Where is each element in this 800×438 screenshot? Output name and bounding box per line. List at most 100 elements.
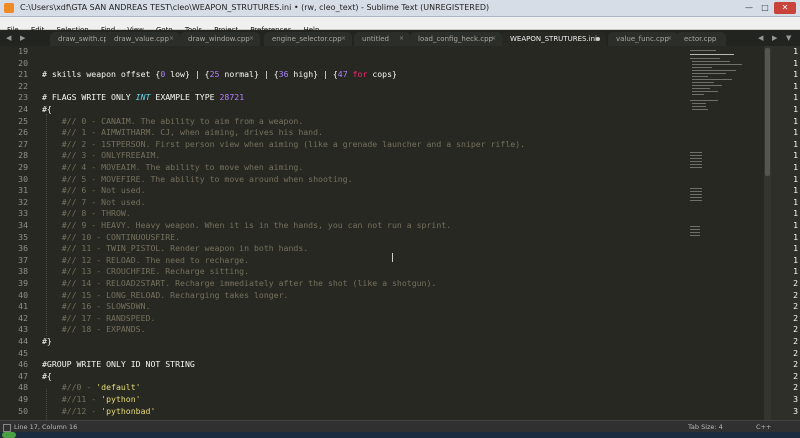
- minimap[interactable]: [688, 46, 758, 420]
- line-number: 25: [18, 115, 28, 126]
- code-line: 36 #// 11 - TWIN_PISTOL. Render weapon i…: [0, 243, 690, 254]
- side-number: 2: [793, 382, 798, 393]
- minimap-line: [690, 158, 702, 159]
- line-text: #// 10 - CONTINUOUSFIRE.: [42, 231, 181, 242]
- tab-weapon-strutures-ini[interactable]: WEAPON_STRUTURES.ini: [502, 32, 606, 46]
- code-line: 28 #// 3 - ONLYFREEAIM.: [0, 150, 690, 161]
- code-line: 20: [0, 58, 690, 69]
- tab-close-icon[interactable]: ×: [169, 32, 174, 46]
- tab-scroll-left-icon[interactable]: ◀: [758, 32, 763, 44]
- minimize-button[interactable]: —: [742, 2, 756, 14]
- line-number: 48: [18, 382, 28, 393]
- code-line: 33 #// 8 - THROW.: [0, 208, 690, 219]
- tab-value-func[interactable]: value_func.cpp ×: [608, 32, 678, 46]
- line-number: 39: [18, 278, 28, 288]
- line-number: 31: [18, 185, 28, 196]
- unsaved-dot-icon[interactable]: [596, 37, 600, 41]
- tab-scroll-right-icon[interactable]: ▶: [20, 32, 25, 44]
- minimap-line: [692, 61, 730, 62]
- tab-scroll-left-icon[interactable]: ◀: [6, 32, 11, 44]
- line-text: #// 17 - RANDSPEED.: [42, 312, 156, 323]
- tab-label: draw_value.cpp: [114, 35, 169, 43]
- line-text: #// 4 - MOVEAIM. The ability to move whe…: [42, 162, 304, 172]
- right-gutter: 1 1 1 1 1 1 1 1 1 1 1 1 1 1 1 1 1 1 1 1 …: [764, 46, 800, 420]
- code-line: 31 #// 6 - Not used.: [0, 185, 690, 196]
- minimap-line: [690, 167, 702, 168]
- minimap-line: [692, 76, 708, 77]
- side-number: 1: [793, 80, 798, 91]
- line-number: 45: [18, 347, 28, 358]
- tab-untitled[interactable]: untitled ×: [354, 32, 410, 46]
- side-number: 2: [793, 359, 798, 370]
- tab-bar: ◀ ▶ draw_swith.cpp× draw_value.cpp× draw…: [0, 30, 800, 46]
- code-line: 38 #// 13 - CROUCHFIRE. Recharge sitting…: [0, 266, 690, 277]
- side-number: 1: [793, 231, 798, 242]
- vertical-scrollbar[interactable]: [764, 46, 771, 420]
- code-line: 30 #// 5 - MOVEFIRE. The ability to move…: [0, 174, 690, 185]
- line-text: #// 16 - SLOWSDWN.: [42, 301, 151, 312]
- side-number: 1: [793, 254, 798, 265]
- minimap-line: [692, 85, 722, 86]
- line-number: 29: [18, 162, 28, 172]
- minimap-line: [692, 70, 736, 71]
- side-number: 1: [793, 115, 798, 126]
- close-button[interactable]: ✕: [774, 2, 796, 14]
- line-number: 43: [18, 324, 28, 335]
- side-number: 1: [793, 92, 798, 103]
- code-line: 49 #//11 - 'python': [0, 394, 690, 405]
- tab-close-icon[interactable]: ×: [341, 32, 346, 46]
- tab-close-icon[interactable]: ×: [491, 32, 496, 46]
- minimap-line: [690, 197, 702, 198]
- tab-selector[interactable]: ector.cpp: [676, 32, 726, 46]
- code-line: 29 #// 4 - MOVEAIM. The ability to move …: [0, 162, 690, 173]
- code-line: 50 #//12 - 'pythonbad': [0, 406, 690, 417]
- tab-draw-value[interactable]: draw_value.cpp ×: [106, 32, 180, 46]
- tab-scroll-right-icon[interactable]: ▶: [772, 32, 777, 44]
- window-title: C:\Users\xdf\GTA SAN ANDREAS TEST\cleo\W…: [20, 3, 490, 12]
- side-number: 2: [793, 347, 798, 358]
- tab-draw-window[interactable]: draw_window.cpp ×: [180, 32, 260, 46]
- line-text: #// 6 - Not used.: [42, 185, 146, 196]
- minimap-line: [690, 54, 734, 55]
- tab-close-icon[interactable]: ×: [667, 32, 672, 46]
- tab-close-icon[interactable]: ×: [399, 32, 404, 46]
- side-number: 1: [793, 243, 798, 254]
- scrollbar-thumb[interactable]: [765, 48, 770, 176]
- maximize-button[interactable]: □: [758, 2, 772, 14]
- side-number: 1: [793, 196, 798, 207]
- minimap-line: [690, 58, 720, 59]
- minimap-line: [690, 194, 702, 195]
- line-text: #// 9 - HEAVY. Heavy weapon. When it is …: [42, 220, 452, 230]
- line-text: #// 11 - TWIN_PISTOL. Render weapon in b…: [42, 243, 309, 254]
- code-editor[interactable]: 19 20 21 # skills weapon offset {0 low} |…: [0, 46, 800, 420]
- minimap-line: [692, 73, 726, 74]
- line-number: 37: [18, 254, 28, 265]
- line-text: #//12 - 'pythonbad': [42, 405, 156, 416]
- minimap-line: [690, 200, 702, 201]
- line-number: 40: [18, 289, 28, 300]
- side-number: 1: [793, 208, 798, 219]
- side-number: 2: [793, 312, 798, 323]
- minimap-line: [690, 232, 700, 233]
- side-number: 1: [793, 220, 798, 230]
- panel-toggle-icon[interactable]: [3, 424, 11, 432]
- line-text: #// 2 - 1STPERSON. First person view whe…: [42, 138, 526, 149]
- line-number: 32: [18, 196, 28, 207]
- code-line: 32 #// 7 - Not used.: [0, 197, 690, 208]
- line-text: #// 12 - RELOAD. The need to recharge.: [42, 254, 250, 265]
- side-number: 2: [793, 278, 798, 288]
- tab-close-icon[interactable]: ×: [249, 32, 254, 46]
- minimap-line: [690, 161, 702, 162]
- tab-load-config-heck[interactable]: load_config_heck.cpp ×: [410, 32, 502, 46]
- tab-list-dropdown-icon[interactable]: ▼: [786, 32, 791, 44]
- tab-engine-selector[interactable]: engine_selector.cpp ×: [264, 32, 352, 46]
- line-number: 46: [18, 359, 28, 370]
- start-button[interactable]: [2, 432, 16, 438]
- tab-label: engine_selector.cpp: [272, 35, 342, 43]
- line-number: 42: [18, 312, 28, 323]
- line-number: 34: [18, 220, 28, 230]
- line-text: #// 1 - AIMWITHARM. CJ, when aiming, dri…: [42, 127, 323, 138]
- code-line: 26 #// 1 - AIMWITHARM. CJ, when aiming, …: [0, 127, 690, 138]
- side-number: 1: [793, 185, 798, 196]
- line-text: #{: [42, 370, 52, 381]
